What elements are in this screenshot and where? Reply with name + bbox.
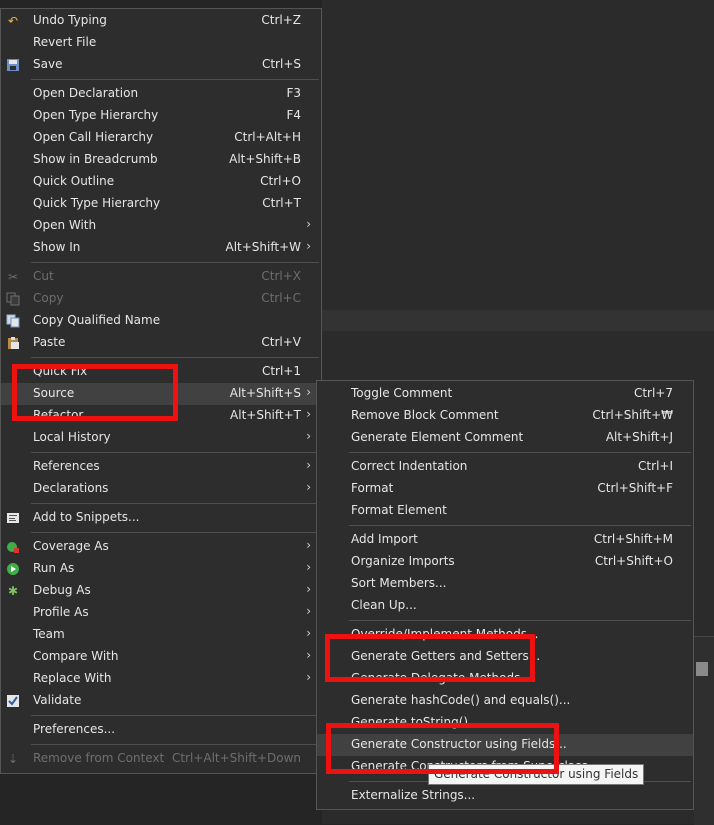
menu-separator xyxy=(31,452,319,453)
menu-item-team[interactable]: Team › xyxy=(1,624,321,646)
chevron-right-icon: › xyxy=(306,407,311,421)
paste-icon xyxy=(6,336,20,350)
run-icon xyxy=(6,562,20,576)
menu-separator xyxy=(31,503,319,504)
coverage-icon xyxy=(6,540,20,554)
menu-item-copy-qualified-name[interactable]: Copy Qualified Name xyxy=(1,310,321,332)
snippets-icon xyxy=(6,511,20,525)
chevron-right-icon: › xyxy=(306,429,311,443)
menu-item-local-history[interactable]: Local History › xyxy=(1,427,321,449)
debug-icon: ✱ xyxy=(7,584,19,598)
menu-item-replace-with[interactable]: Replace With › xyxy=(1,668,321,690)
menu-separator xyxy=(349,452,691,453)
menu-item-compare-with[interactable]: Compare With › xyxy=(1,646,321,668)
chevron-right-icon: › xyxy=(306,239,311,253)
save-icon xyxy=(6,58,20,72)
editor-current-line xyxy=(322,310,714,331)
chevron-right-icon: › xyxy=(306,217,311,231)
annotation-box-source xyxy=(12,364,178,421)
chevron-right-icon: › xyxy=(306,538,311,552)
submenu-item-generate-element-comment[interactable]: Generate Element Comment Alt+Shift+J xyxy=(317,427,693,449)
cut-icon: ✂ xyxy=(7,270,19,284)
chevron-right-icon: › xyxy=(306,648,311,662)
menu-item-cut[interactable]: ✂ Cut Ctrl+X xyxy=(1,266,321,288)
panel-toolbar-icon[interactable] xyxy=(696,662,708,676)
menu-item-quick-type-hierarchy[interactable]: Quick Type Hierarchy Ctrl+T xyxy=(1,193,321,215)
menu-item-profile-as[interactable]: Profile As › xyxy=(1,602,321,624)
chevron-right-icon: › xyxy=(306,385,311,399)
menu-separator xyxy=(31,79,319,80)
menu-separator xyxy=(31,262,319,263)
menu-item-open-call-hierarchy[interactable]: Open Call Hierarchy Ctrl+Alt+H xyxy=(1,127,321,149)
menu-item-quick-outline[interactable]: Quick Outline Ctrl+O xyxy=(1,171,321,193)
menu-separator xyxy=(31,744,319,745)
menu-item-open-with[interactable]: Open With › xyxy=(1,215,321,237)
chevron-right-icon: › xyxy=(306,604,311,618)
submenu-item-externalize-strings[interactable]: Externalize Strings... xyxy=(317,785,693,807)
menu-item-debug-as[interactable]: ✱ Debug As › xyxy=(1,580,321,602)
submenu-item-generate-hashcode-equals[interactable]: Generate hashCode() and equals()... xyxy=(317,690,693,712)
submenu-item-organize-imports[interactable]: Organize Imports Ctrl+Shift+O xyxy=(317,551,693,573)
submenu-item-toggle-comment[interactable]: Toggle Comment Ctrl+7 xyxy=(317,383,693,405)
menu-item-paste[interactable]: Paste Ctrl+V xyxy=(1,332,321,354)
remove-context-icon: ⇣ xyxy=(7,752,19,766)
menu-item-undo-typing[interactable]: ↶ Undo Typing Ctrl+Z xyxy=(1,10,321,32)
chevron-right-icon: › xyxy=(306,670,311,684)
menu-item-copy[interactable]: Copy Ctrl+C xyxy=(1,288,321,310)
menu-item-show-in[interactable]: Show In Alt+Shift+W › xyxy=(1,237,321,259)
menu-item-open-declaration[interactable]: Open Declaration F3 xyxy=(1,83,321,105)
menu-item-references[interactable]: References › xyxy=(1,456,321,478)
submenu-item-add-import[interactable]: Add Import Ctrl+Shift+M xyxy=(317,529,693,551)
copy-icon xyxy=(6,292,20,306)
chevron-right-icon: › xyxy=(306,626,311,640)
menu-item-show-in-breadcrumb[interactable]: Show in Breadcrumb Alt+Shift+B xyxy=(1,149,321,171)
menu-separator xyxy=(349,620,691,621)
submenu-item-format-element[interactable]: Format Element xyxy=(317,500,693,522)
menu-separator xyxy=(31,715,319,716)
menu-item-open-type-hierarchy[interactable]: Open Type Hierarchy F4 xyxy=(1,105,321,127)
menu-item-coverage-as[interactable]: Coverage As › xyxy=(1,536,321,558)
menu-item-run-as[interactable]: Run As › xyxy=(1,558,321,580)
submenu-item-remove-block-comment[interactable]: Remove Block Comment Ctrl+Shift+₩ xyxy=(317,405,693,427)
checkbox-icon xyxy=(6,694,20,708)
undo-icon: ↶ xyxy=(7,14,19,28)
menu-separator xyxy=(349,525,691,526)
menu-item-preferences[interactable]: Preferences... xyxy=(1,719,321,741)
chevron-right-icon: › xyxy=(306,582,311,596)
menu-item-save[interactable]: Save Ctrl+S xyxy=(1,54,321,76)
submenu-item-format[interactable]: Format Ctrl+Shift+F xyxy=(317,478,693,500)
menu-separator xyxy=(31,357,319,358)
menu-item-revert-file[interactable]: Revert File xyxy=(1,32,321,54)
menu-item-declarations[interactable]: Declarations › xyxy=(1,478,321,500)
chevron-right-icon: › xyxy=(306,458,311,472)
annotation-box-constructor-fields xyxy=(326,723,559,774)
menu-item-add-to-snippets[interactable]: Add to Snippets... xyxy=(1,507,321,529)
menu-separator xyxy=(31,532,319,533)
chevron-right-icon: › xyxy=(306,480,311,494)
submenu-item-clean-up[interactable]: Clean Up... xyxy=(317,595,693,617)
submenu-item-sort-members[interactable]: Sort Members... xyxy=(317,573,693,595)
annotation-box-getters-setters xyxy=(325,634,535,682)
menu-item-remove-from-context[interactable]: ⇣ Remove from Context Ctrl+Alt+Shift+Dow… xyxy=(1,748,321,770)
submenu-item-correct-indentation[interactable]: Correct Indentation Ctrl+I xyxy=(317,456,693,478)
menu-item-validate[interactable]: Validate xyxy=(1,690,321,712)
copy-qualified-icon xyxy=(6,314,20,328)
chevron-right-icon: › xyxy=(306,560,311,574)
